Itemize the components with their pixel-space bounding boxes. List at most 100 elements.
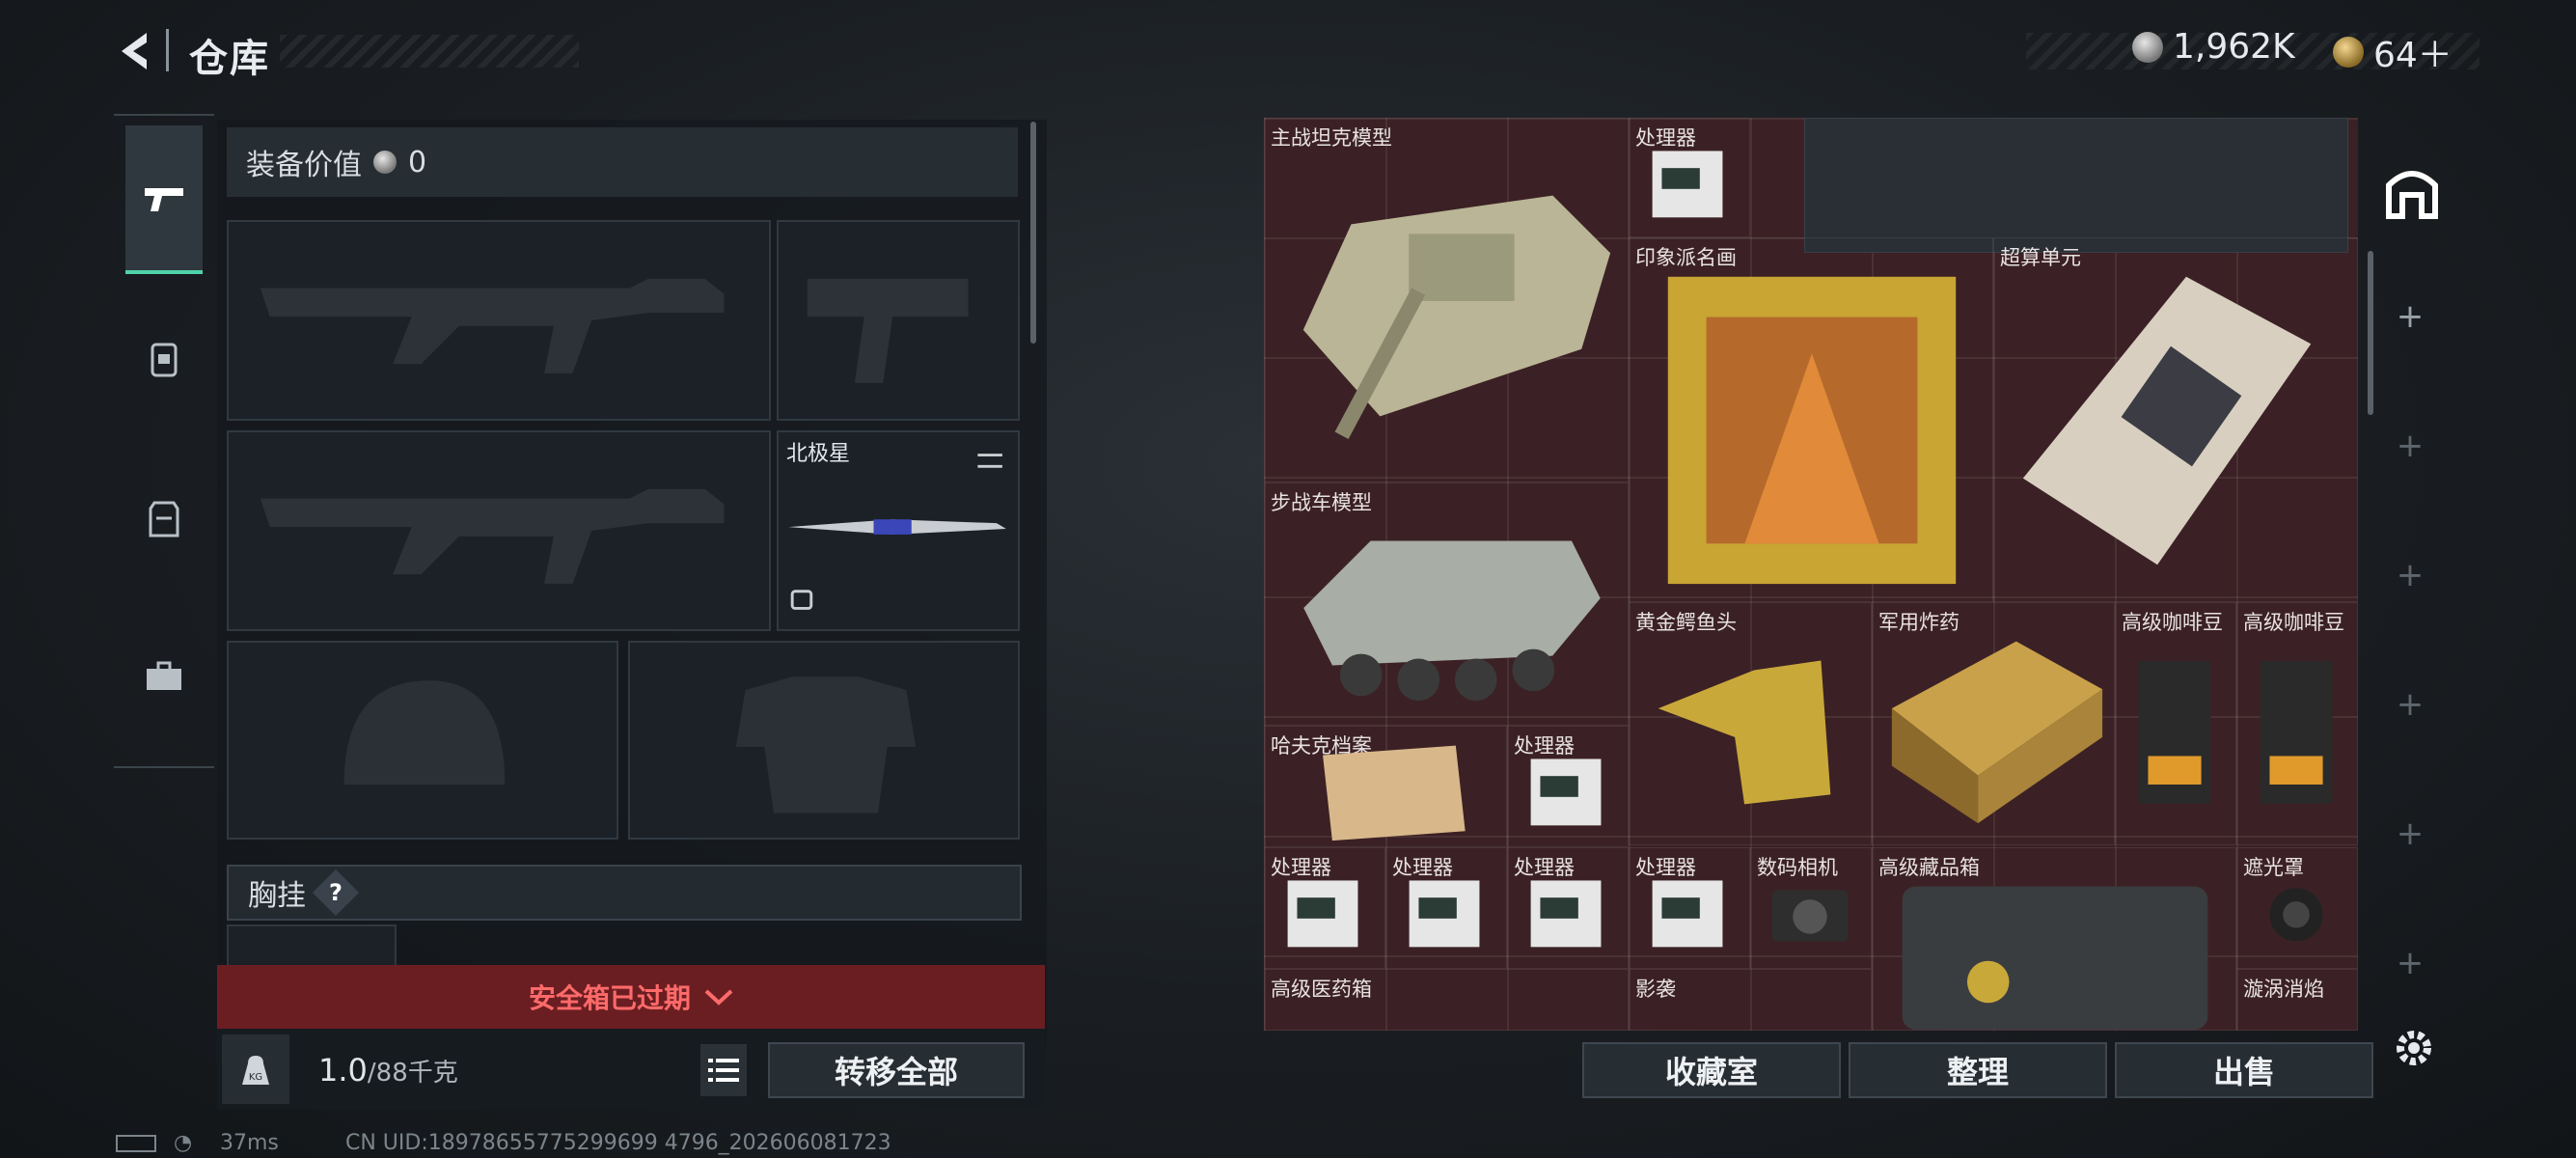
equipment-value-row: 装备价值 0 (227, 127, 1018, 197)
sort-button[interactable]: 整理 (1849, 1042, 2107, 1098)
tab-armor[interactable] (125, 446, 203, 591)
grid-item[interactable]: 处理器 (1629, 847, 1750, 969)
storage-grid: 主战坦克模型 处理器 印象派名画 超算单元 步战车模型 黄金鳄鱼头 军用炸药 高… (1264, 118, 2358, 1031)
safe-box-expired-banner[interactable]: 安全箱已过期 (217, 965, 1045, 1029)
sell-button[interactable]: 出售 (2115, 1042, 2373, 1098)
body-armor-slot[interactable] (628, 641, 1020, 840)
grid-item[interactable]: 处理器 (1385, 847, 1507, 969)
storage-home-icon (2386, 171, 2438, 219)
weight-max: /88千克 (367, 1059, 458, 1088)
list-icon (708, 1059, 739, 1082)
coffee-bag-icon (2138, 661, 2211, 804)
grid-item[interactable]: 步战车模型 (1264, 482, 1629, 726)
helmet-slot[interactable] (227, 641, 618, 840)
grid-item[interactable]: 高级藏品箱 (1872, 847, 2236, 1031)
rifle-silhouette-icon (260, 278, 725, 373)
grid-item[interactable]: 处理器 (1264, 847, 1385, 969)
grid-item[interactable]: 遮光罩 (2236, 847, 2358, 969)
title-decoration (280, 35, 579, 68)
vest-icon (149, 501, 179, 538)
grid-item[interactable]: 印象派名画 (1629, 237, 1993, 602)
processor-icon (1530, 758, 1602, 826)
coin-balance: 1,962K (2132, 27, 2295, 67)
gear-icon (2397, 1031, 2431, 1065)
battery-icon (116, 1135, 156, 1152)
transfer-all-button[interactable]: 转移全部 (768, 1042, 1025, 1098)
title-divider (166, 29, 169, 71)
help-icon[interactable]: ? (312, 868, 360, 917)
category-tabs (114, 114, 214, 768)
locked-page-icon: + (2396, 685, 2425, 724)
kettlebell-icon: KG (242, 1056, 269, 1085)
ifv-model-icon (1303, 540, 1601, 702)
equipment-value: 0 (408, 145, 427, 179)
list-view-button[interactable] (700, 1044, 747, 1096)
coin-icon (373, 151, 397, 174)
grid-item[interactable]: 处理器 (1629, 118, 1750, 237)
item-label: 漩涡消焰 (2243, 978, 2324, 1001)
locked-page-icon: + (2396, 556, 2425, 594)
grid-item[interactable]: 超算单元 (1993, 237, 2358, 602)
page-title: 仓库 (189, 37, 270, 81)
grid-item[interactable]: 主战坦克模型 (1264, 118, 1629, 482)
carry-weight: 1.0/88千克 (318, 1052, 458, 1089)
chest-rig-slot[interactable] (227, 924, 397, 967)
pistol-icon (145, 188, 183, 211)
item-label: 影袭 (1635, 978, 1676, 1001)
storage-page-1[interactable] (2385, 166, 2439, 220)
back-button[interactable] (114, 29, 158, 73)
coin-amount: 1,962K (2173, 27, 2295, 67)
tab-weapons[interactable] (125, 125, 203, 274)
locked-page-icon: + (2396, 944, 2425, 982)
tab-tools[interactable] (125, 604, 203, 749)
helmet-silhouette-icon (343, 680, 506, 786)
rifle-silhouette-icon (260, 488, 725, 584)
weight-current: 1.0 (318, 1052, 368, 1089)
collection-room-button[interactable]: 收藏室 (1582, 1042, 1841, 1098)
equipment-value-label: 装备价值 (246, 149, 362, 182)
knife-icon (788, 454, 1006, 610)
add-storage-page-button[interactable]: + (2360, 297, 2460, 336)
ping: 37ms (220, 1131, 279, 1155)
explosive-crate-icon (1891, 641, 2103, 824)
pistol-slot[interactable] (777, 220, 1020, 421)
grid-item[interactable]: 影袭 (1629, 969, 1872, 1031)
grid-item[interactable]: 黄金鳄鱼头 (1629, 602, 1872, 845)
player-uid: CN UID:18978655775299699 4796_2026060817… (345, 1131, 891, 1155)
storage-scrollbar[interactable] (2368, 251, 2373, 415)
toolbox-icon (147, 661, 181, 690)
secondary-weapon-slot[interactable] (227, 430, 771, 631)
grid-item[interactable]: 哈夫克档案 (1264, 726, 1507, 847)
chevron-down-icon (704, 989, 733, 1006)
grid-item[interactable]: 漩涡消焰 (2236, 969, 2358, 1031)
ticket-icon (2333, 37, 2364, 68)
help-mark: ? (329, 878, 343, 906)
grid-item[interactable]: 高级医药箱 (1264, 969, 1629, 1031)
locked-page-icon: + (2396, 427, 2425, 465)
pistol-silhouette-icon (807, 278, 969, 383)
processor-icon (1652, 880, 1723, 948)
tab-backpack[interactable] (125, 286, 203, 430)
grid-item[interactable]: 军用炸药 (1872, 602, 2115, 845)
chest-rig-row[interactable]: 胸挂 ? (227, 865, 1022, 921)
processor-icon (1530, 880, 1602, 948)
processor-icon (1652, 151, 1723, 218)
grid-item[interactable]: 处理器 (1507, 726, 1629, 847)
grid-item[interactable]: 数码相机 (1750, 847, 1872, 969)
grid-item[interactable]: 高级咖啡豆 (2115, 602, 2236, 845)
grid-item[interactable]: 处理器 (1507, 847, 1629, 969)
supercomputer-unit-icon (2022, 276, 2312, 565)
golden-crocodile-head-icon (1658, 660, 1831, 805)
archive-folder-icon (1323, 745, 1466, 841)
vest-silhouette-icon (735, 676, 917, 813)
locked-page-icon: + (2396, 814, 2425, 853)
ticket-balance[interactable]: 64＋ (2333, 27, 2453, 77)
tank-model-icon (1302, 195, 1611, 439)
chest-rig-label: 胸挂 (248, 879, 306, 913)
lens-hood-icon (2269, 888, 2323, 942)
primary-weapon-slot[interactable] (227, 220, 771, 421)
grid-item[interactable]: 高级咖啡豆 (2236, 602, 2358, 845)
melee-slot[interactable]: 北极星 (777, 430, 1020, 631)
equipment-scrollbar[interactable] (1030, 122, 1036, 344)
settings-button[interactable] (2389, 1023, 2439, 1073)
